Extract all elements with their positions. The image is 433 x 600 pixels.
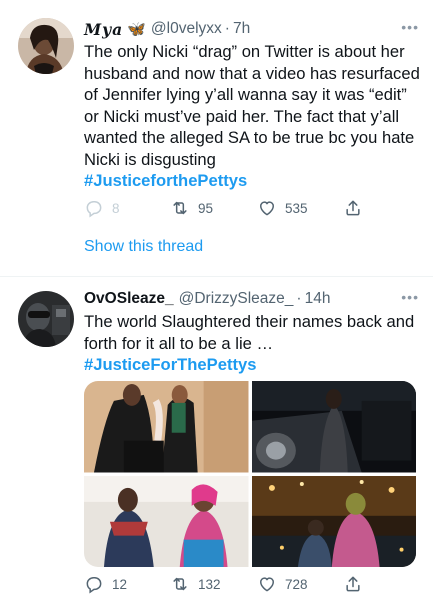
hashtag-link[interactable]: #JusticefortheP​ettys bbox=[84, 171, 247, 190]
media-photo-2[interactable] bbox=[251, 381, 416, 473]
reply-icon bbox=[86, 577, 102, 594]
retweet-count: 132 bbox=[198, 576, 221, 592]
tweet-2[interactable]: OvOSleaze_ @DrizzySleaze_ · 14h ••• The … bbox=[0, 277, 433, 600]
timestamp[interactable]: 14h bbox=[305, 290, 331, 308]
tweet-header: OvOSleaze_ @DrizzySleaze_ · 14h bbox=[84, 289, 421, 309]
tweet-actions: 12 132 728 bbox=[84, 574, 384, 596]
show-thread-link[interactable]: Show this thread bbox=[84, 238, 203, 256]
reply-button[interactable]: 8 bbox=[84, 198, 120, 218]
more-icon[interactable]: ••• bbox=[401, 289, 419, 305]
share-icon bbox=[346, 576, 360, 592]
retweet-button[interactable]: 95 bbox=[170, 198, 213, 218]
like-button[interactable]: 728 bbox=[257, 574, 308, 594]
separator: · bbox=[296, 290, 302, 307]
display-name[interactable]: OvOSleaze_ bbox=[84, 290, 174, 308]
tweet-header: Mya 🦋 @l0velyxx · 7h bbox=[84, 19, 421, 39]
media-photo-1[interactable] bbox=[84, 381, 249, 473]
retweet-button[interactable]: 132 bbox=[170, 574, 221, 594]
separator: · bbox=[224, 20, 230, 37]
butterfly-icon: 🦋 bbox=[127, 21, 146, 38]
tweet-1[interactable]: Mya 🦋 @l0velyxx · 7h ••• The only Nicki … bbox=[0, 0, 433, 276]
media-grid bbox=[84, 381, 416, 567]
handle[interactable]: @DrizzySleaze_ bbox=[179, 290, 294, 308]
tweet-body: The world Slaughtered their names back a… bbox=[84, 312, 415, 353]
share-icon bbox=[346, 200, 360, 216]
like-count: 728 bbox=[285, 576, 308, 592]
hashtag-link[interactable]: #JusticeForThePettys bbox=[84, 355, 256, 374]
reply-icon bbox=[86, 201, 102, 218]
share-button[interactable] bbox=[343, 198, 363, 218]
retweet-icon bbox=[173, 577, 187, 591]
tweet-text: The world Slaughtered their names back a… bbox=[84, 311, 424, 376]
tweet-text: The only Nicki “drag” on Twitter is abou… bbox=[84, 41, 424, 192]
share-button[interactable] bbox=[343, 574, 363, 594]
avatar[interactable] bbox=[18, 291, 74, 347]
display-name[interactable]: Mya bbox=[84, 20, 123, 39]
heart-icon bbox=[260, 201, 274, 216]
timestamp[interactable]: 7h bbox=[233, 20, 250, 38]
reply-count: 12 bbox=[112, 576, 128, 592]
media-photo-4[interactable] bbox=[251, 475, 416, 567]
tweet-actions: 8 95 535 bbox=[84, 198, 384, 220]
retweet-icon bbox=[173, 201, 187, 215]
more-icon[interactable]: ••• bbox=[401, 19, 419, 35]
media-photo-3[interactable] bbox=[84, 475, 249, 567]
reply-count: 8 bbox=[112, 200, 120, 216]
retweet-count: 95 bbox=[198, 200, 214, 216]
heart-icon bbox=[260, 577, 274, 592]
tweet-body: The only Nicki “drag” on Twitter is abou… bbox=[84, 42, 420, 169]
avatar[interactable] bbox=[18, 18, 74, 74]
reply-button[interactable]: 12 bbox=[84, 574, 127, 594]
handle[interactable]: @l0velyxx bbox=[151, 20, 222, 38]
like-count: 535 bbox=[285, 200, 308, 216]
like-button[interactable]: 535 bbox=[257, 198, 308, 218]
